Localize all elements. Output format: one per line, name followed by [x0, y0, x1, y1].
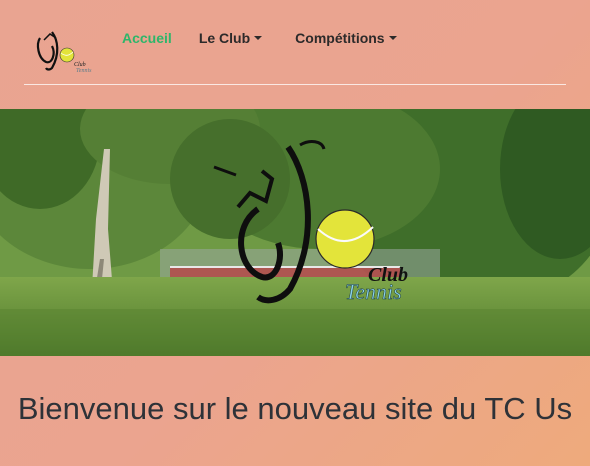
nav-item-label: Compétitions: [295, 30, 385, 46]
nav-divider: [24, 84, 566, 85]
nav-item-competitions[interactable]: Compétitions: [295, 30, 397, 46]
navbar: Club Tennis Accueil Le Club Compétitions: [0, 0, 590, 98]
caret-down-icon: [254, 36, 263, 40]
nav-item-label: Accueil: [122, 30, 172, 46]
nav-item-le-club[interactable]: Le Club: [198, 30, 263, 46]
page-title: Bienvenue sur le nouveau site du TC Us: [17, 391, 573, 426]
caret-down-icon: [388, 36, 397, 40]
nav-item-accueil[interactable]: Accueil: [122, 30, 172, 46]
nav-item-label: Le Club: [198, 30, 251, 46]
hero-image: Club Tennis: [0, 109, 590, 356]
nav-menu: Accueil Le Club Compétitions: [122, 30, 397, 46]
site-logo-icon[interactable]: Club Tennis: [30, 24, 96, 74]
logo-word-tennis: Tennis: [345, 279, 402, 304]
hero-banner: Club Tennis: [0, 109, 590, 356]
svg-text:Tennis: Tennis: [76, 68, 92, 74]
